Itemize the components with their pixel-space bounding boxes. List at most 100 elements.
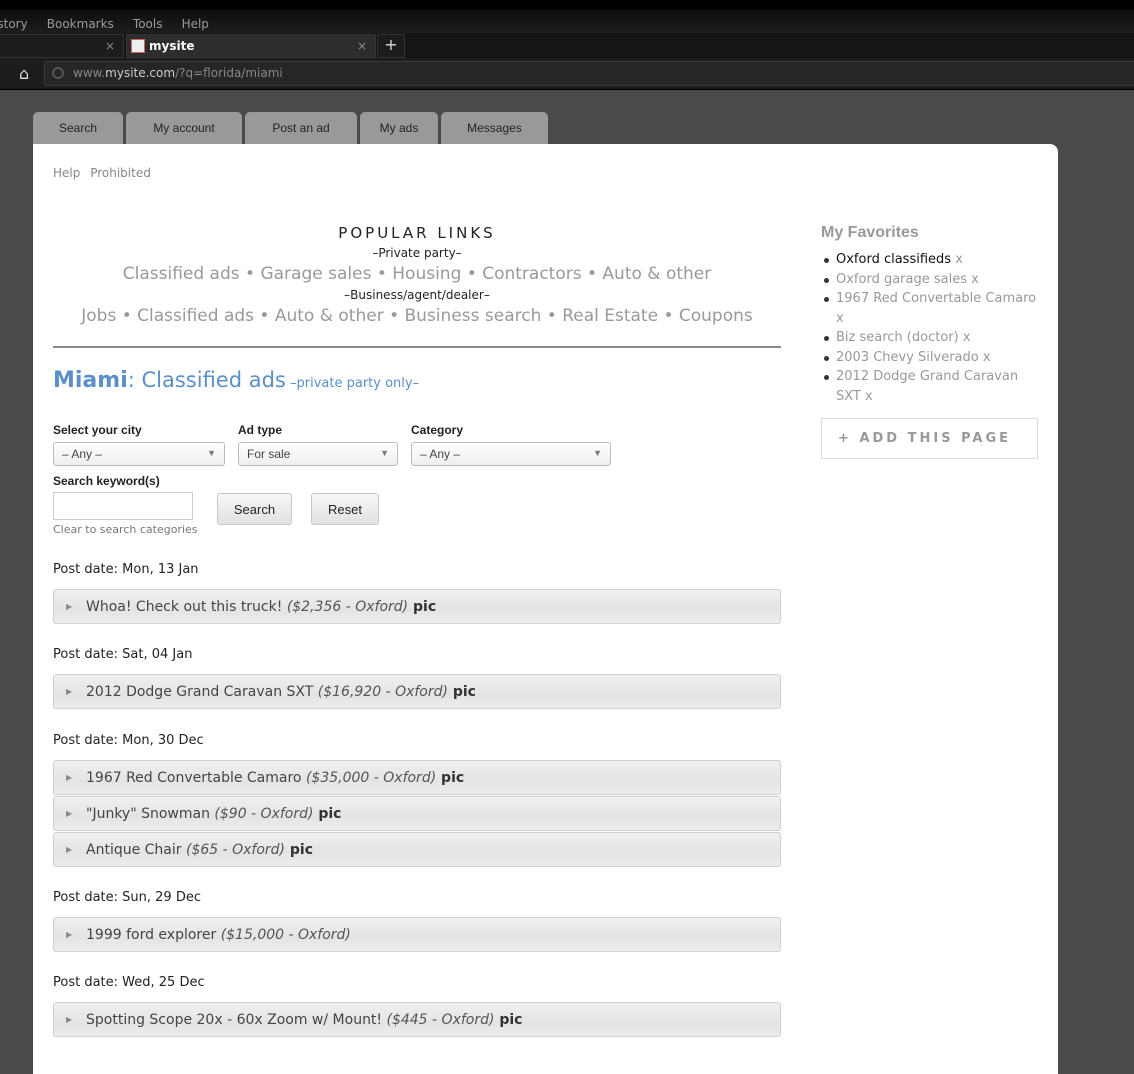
remove-favorite-icon[interactable]: x [955,252,963,267]
ad-pic-badge: pic [285,842,314,858]
menu-bookmarks[interactable]: Bookmarks [47,17,114,31]
post-date: Post date: Sat, 04 Jan [53,647,193,662]
favorite-item: 2012 Dodge Grand Caravan SXT x [821,367,1041,406]
favorite-link[interactable]: Oxford garage sales [836,272,967,287]
tab-my-account[interactable]: My account [126,112,242,144]
favorite-link[interactable]: 1967 Red Convertable Camaro [836,291,1036,306]
adtype-select[interactable]: For sale ▼ [238,442,398,466]
chevron-down-icon: ▼ [593,448,602,458]
business-label: –Business/agent/dealer– [344,288,490,302]
add-this-page-button[interactable]: + ADD THIS PAGE [821,418,1038,459]
post-date: Post date: Mon, 13 Jan [53,562,199,577]
keyword-label: Search keyword(s) [53,474,160,488]
ad-pic-badge: pic [313,806,342,822]
private-party-links[interactable]: Classified ads • Garage sales • Housing … [53,264,781,284]
expand-triangle-icon: ▶ [66,602,73,611]
ad-row[interactable]: ▶ 2012 Dodge Grand Caravan SXT ($16,920 -… [53,674,781,709]
url-path: /?q=florida/miami [175,66,283,80]
city-select[interactable]: – Any – ▼ [53,442,225,466]
keyword-hint: Clear to search categories [53,523,198,536]
menu-history[interactable]: istory [0,17,28,31]
title-text: : Classified ads [127,368,286,392]
city-label: Select your city [53,423,142,437]
search-button[interactable]: Search [217,493,292,525]
reset-button[interactable]: Reset [311,493,379,525]
business-links[interactable]: Jobs • Classified ads • Auto & other • B… [53,306,781,326]
ad-row[interactable]: ▶ Antique Chair ($65 - Oxford) pic [53,832,781,867]
category-value: – Any – [420,447,461,461]
ad-price-location: ($2,356 - Oxford) [286,599,409,615]
site-info-icon[interactable] [52,67,64,79]
help-link[interactable]: Help [53,166,80,180]
ad-row[interactable]: ▶ Spotting Scope 20x - 60x Zoom w/ Mount!… [53,1002,781,1037]
ad-pic-badge: pic [447,684,476,700]
tab-my-ads[interactable]: My ads [360,112,438,144]
divider [53,346,781,348]
browser-tab-active[interactable]: mysite × [126,34,376,58]
tab-title: mysite [149,39,195,53]
post-date: Post date: Wed, 25 Dec [53,975,205,990]
url-prefix: www. [73,66,106,80]
ad-pic-badge: pic [436,770,465,786]
remove-favorite-icon[interactable]: x [865,389,873,404]
favorite-item: 1967 Red Convertable Camaro x [821,289,1041,328]
remove-favorite-icon[interactable]: x [971,272,979,287]
favorites-panel: My Favorites Oxford classifieds x Oxford … [821,224,1041,459]
add-label: ADD THIS PAGE [859,431,1012,446]
ad-row[interactable]: ▶ Whoa! Check out this truck! ($2,356 - O… [53,589,781,624]
favorite-item: Oxford classifieds x [821,250,1041,270]
favorite-link[interactable]: Oxford classifieds [836,252,951,267]
expand-triangle-icon: ▶ [66,687,73,696]
favorite-item: 2003 Chevy Silverado x [821,348,1041,368]
title-note: –private party only– [285,376,420,391]
tab-post-an-ad[interactable]: Post an ad [245,112,357,144]
private-party-label: –Private party– [372,246,462,260]
popular-links: POPULAR LINKS –Private party– Classified… [53,224,781,348]
favorite-link[interactable]: 2012 Dodge Grand Caravan SXT [836,369,1018,404]
remove-favorite-icon[interactable]: x [983,350,991,365]
ad-price-location: ($15,000 - Oxford) [220,927,351,943]
prohibited-link[interactable]: Prohibited [90,166,151,180]
ad-title: Spotting Scope 20x - 60x Zoom w/ Mount! [86,1012,387,1028]
close-tab-icon[interactable]: × [357,39,367,53]
ad-row[interactable]: ▶ "Junky" Snowman ($90 - Oxford) pic [53,796,781,831]
remove-favorite-icon[interactable]: x [836,311,844,326]
ad-row[interactable]: ▶ 1967 Red Convertable Camaro ($35,000 - … [53,760,781,795]
post-date: Post date: Mon, 30 Dec [53,733,204,748]
category-select[interactable]: – Any – ▼ [411,442,611,466]
favorite-link[interactable]: Biz search (doctor) [836,330,959,345]
ad-title: "Junky" Snowman [86,806,215,822]
favorite-link[interactable]: 2003 Chevy Silverado [836,350,979,365]
page-title: Miami: Classified ads –private party onl… [53,368,419,393]
ad-price-location: ($16,920 - Oxford) [317,684,448,700]
keyword-input[interactable] [53,492,193,520]
browser-menubar: istory Bookmarks Tools Help [0,0,1134,33]
ad-title: 1967 Red Convertable Camaro [86,770,306,786]
content-card: Help Prohibited POPULAR LINKS –Private p… [33,144,1058,1074]
ad-price-location: ($90 - Oxford) [214,806,314,822]
new-tab-button[interactable]: + [377,34,405,58]
browser-tabbar: × mysite × + [0,33,1134,58]
home-icon[interactable]: ⌂ [19,64,29,83]
browser-tab-inactive[interactable]: × [0,34,124,58]
city-name: Miami [53,368,128,393]
remove-favorite-icon[interactable]: x [963,330,971,345]
close-tab-icon[interactable]: × [105,39,115,53]
chevron-down-icon: ▼ [380,448,389,458]
expand-triangle-icon: ▶ [66,930,73,939]
top-links: Help Prohibited [53,166,157,180]
expand-triangle-icon: ▶ [66,773,73,782]
tab-search[interactable]: Search [33,112,123,144]
expand-triangle-icon: ▶ [66,1015,73,1024]
url-domain: mysite.com [105,66,176,80]
site-nav-tabs: Search My account Post an ad My ads Mess… [33,112,548,144]
ad-title: Antique Chair [86,842,186,858]
adtype-label: Ad type [238,423,283,437]
tab-messages[interactable]: Messages [441,112,548,144]
menu-help[interactable]: Help [182,17,209,31]
chevron-down-icon: ▼ [207,448,216,458]
menu-tools[interactable]: Tools [133,17,163,31]
ad-row[interactable]: ▶ 1999 ford explorer ($15,000 - Oxford) [53,917,781,952]
url-bar[interactable]: www.mysite.com/?q=florida/miami [44,61,1134,86]
favorites-list: Oxford classifieds x Oxford garage sales … [821,250,1041,406]
